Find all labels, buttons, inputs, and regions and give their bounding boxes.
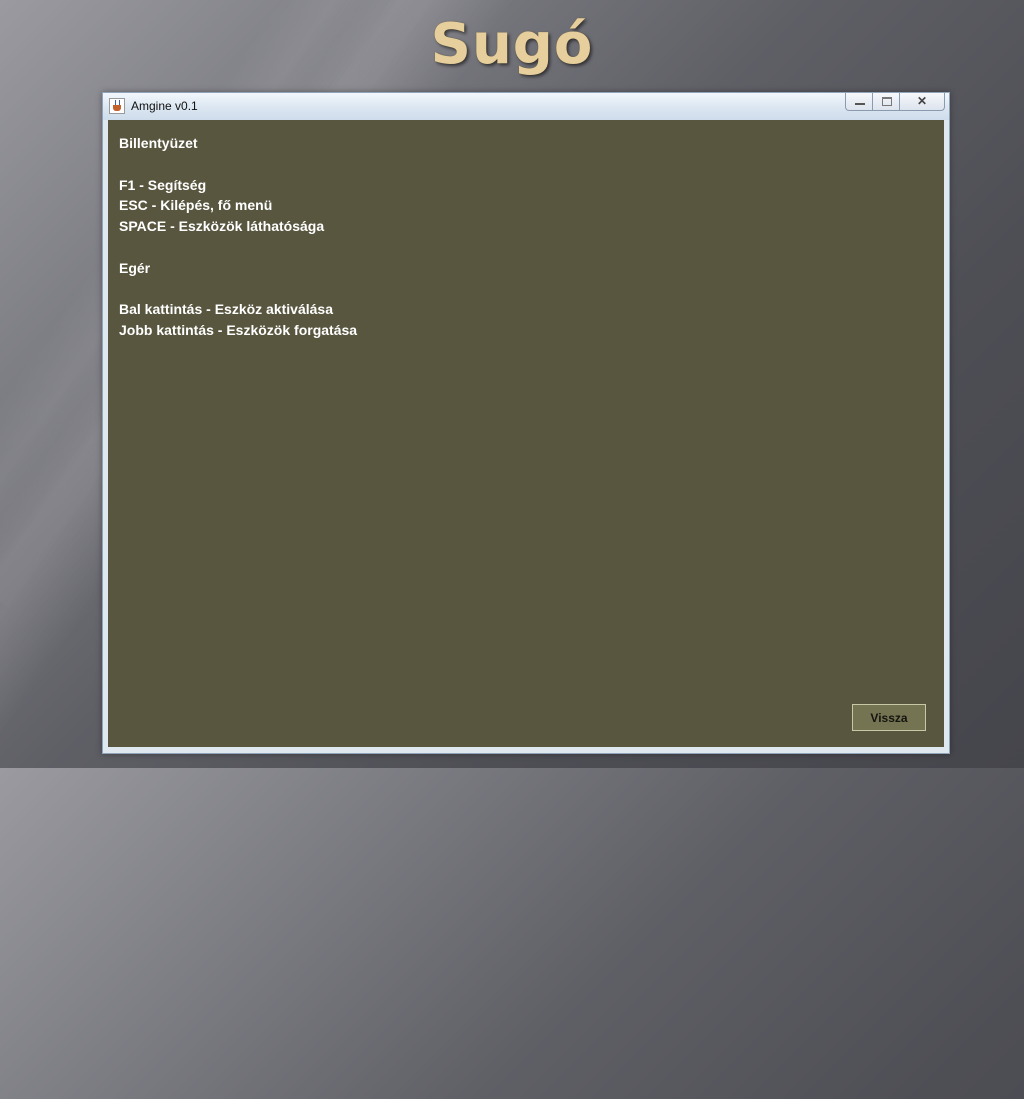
maximize-button[interactable] (872, 93, 900, 111)
slide-title: Sugó (430, 12, 594, 77)
window-title: Amgine v0.1 (131, 99, 198, 113)
mouse-heading: Egér (119, 259, 151, 276)
key-item: SPACE - Eszközök láthatósága (119, 218, 325, 235)
mouse-item: Jobb kattintás - Eszközök forgatása (119, 322, 358, 339)
close-button[interactable]: ✕ (899, 93, 945, 111)
java-app-icon (109, 98, 125, 114)
window-controls: ✕ (845, 93, 945, 113)
minimize-button[interactable] (845, 93, 873, 111)
help-panel: Billentyüzet F1 - Segítség ESC - Kilépés… (108, 120, 944, 747)
key-item: F1 - Segítség (119, 176, 207, 193)
key-item: ESC - Kilépés, fő menü (119, 197, 273, 214)
keyboard-heading: Billentyüzet (119, 135, 198, 151)
close-icon: ✕ (916, 94, 928, 108)
maximize-icon (882, 97, 892, 106)
mouse-item: Bal kattintás - Eszköz aktiválása (119, 301, 333, 318)
app-window: Amgine v0.1 ✕ Billentyüzet F1 - Segítség… (102, 92, 950, 754)
window-titlebar[interactable]: Amgine v0.1 ✕ (103, 93, 949, 120)
back-button[interactable]: Vissza (852, 704, 926, 731)
minimize-icon (855, 103, 865, 105)
help-text: Billentyüzet F1 - Segítség ESC - Kilépés… (119, 133, 357, 341)
